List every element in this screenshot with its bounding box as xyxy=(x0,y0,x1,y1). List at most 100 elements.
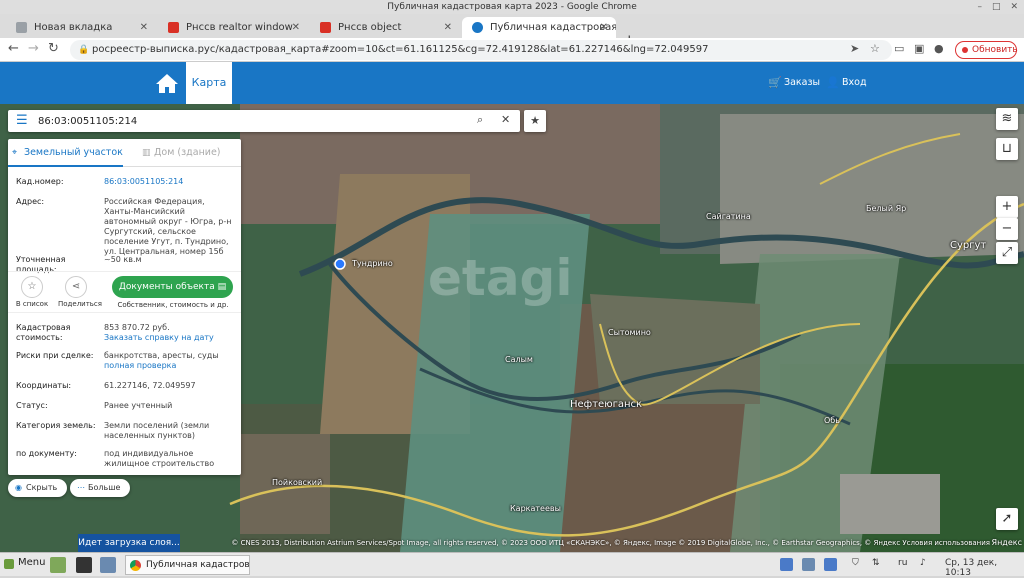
network-icon[interactable]: ⇅ xyxy=(872,558,880,568)
window-controls: – □ ✕ xyxy=(977,0,1018,14)
fullscreen-icon: ⤢ xyxy=(1001,245,1013,260)
risks-label: Риски при сделке: xyxy=(16,351,94,360)
lock-icon: 🔒 xyxy=(78,45,90,55)
more-button[interactable]: ⋯ Больше xyxy=(70,479,131,497)
taskbar-task-label: Публичная кадастровая... xyxy=(146,560,250,570)
row-cad-number: Кад.номер: 86:03:0051105:214 xyxy=(16,177,236,189)
clear-icon[interactable]: ✕ xyxy=(501,113,510,126)
share-icon: ⋖ xyxy=(65,276,87,298)
tab-close-icon[interactable]: ✕ xyxy=(292,17,300,38)
layers-button[interactable]: ≋ xyxy=(996,108,1018,130)
nav-map-tab[interactable]: Карта xyxy=(186,62,232,104)
keyboard-layout[interactable]: ru xyxy=(898,558,907,568)
os-taskbar: Menu Публичная кадастровая... ⛉ ⇅ ru ♪ С… xyxy=(0,552,1024,578)
category-value: Земли поселений (земли населенных пункто… xyxy=(104,421,210,440)
minimize-icon[interactable]: – xyxy=(977,0,982,14)
row-category: Категория земель: Земли поселений (земли… xyxy=(16,421,236,443)
tab-close-icon[interactable]: ✕ xyxy=(140,17,148,38)
map-label-sitomino: Сытомино xyxy=(608,328,651,337)
extension-icon[interactable]: ▭ xyxy=(894,42,904,55)
close-icon[interactable]: ✕ xyxy=(1010,0,1018,14)
taskbar-chrome-window[interactable]: Публичная кадастровая... xyxy=(125,555,250,575)
yandex-logo: Яндекс xyxy=(991,538,1022,547)
back-icon[interactable]: ← xyxy=(8,41,19,56)
pin-icon: ⌖ xyxy=(12,148,18,158)
building-icon: ▥ xyxy=(142,148,151,158)
row-risks: Риски при сделке: банкротства, аресты, с… xyxy=(16,351,236,375)
sidepanel-icon[interactable]: ▣ xyxy=(914,42,924,55)
map-label-saygatina: Сайгатина xyxy=(706,212,751,221)
address-bar[interactable]: 🔒 росреестр-выписка.рус/кадастровая_карт… xyxy=(70,40,892,60)
volume-icon[interactable]: ♪ xyxy=(920,558,926,568)
cad-number-value[interactable]: 86:03:0051105:214 xyxy=(104,177,236,187)
forward-icon[interactable]: → xyxy=(28,41,39,56)
map-viewport[interactable]: etagi Тундрино Сайгатина Сургут Белый Яр… xyxy=(0,104,1024,552)
tab-close-icon[interactable]: ✕ xyxy=(600,17,608,38)
map-label-karkateevy: Каркатеевы xyxy=(510,504,561,513)
object-info-panel: ⌖ Земельный участок ▥ Дом (здание) Кад.н… xyxy=(8,139,241,475)
maximize-icon[interactable]: □ xyxy=(992,0,1001,14)
cost-date-link[interactable]: Заказать справку на дату xyxy=(104,333,214,342)
tab-building[interactable]: ▥ Дом (здание) xyxy=(138,139,221,167)
star-icon: ☆ xyxy=(21,276,43,298)
object-documents-button[interactable]: Документы объекта ▤ xyxy=(112,276,233,298)
map-label-salym: Салым xyxy=(505,355,533,364)
terminal-icon[interactable] xyxy=(76,557,92,573)
favorite-star-button[interactable]: ★ xyxy=(524,110,546,132)
risks-value-block: банкротства, аресты, суды полная проверк… xyxy=(104,351,236,371)
cart-icon: 🛒 xyxy=(768,76,782,89)
zoom-out-button[interactable]: − xyxy=(996,218,1018,240)
ruler-icon: ⊔ xyxy=(1001,141,1013,156)
status-value: Ранее учтенный xyxy=(104,401,173,410)
share-icon[interactable]: ➤ xyxy=(850,42,859,55)
orders-label: Заказы xyxy=(784,77,821,88)
tab-strip: Новая вкладка ✕ Рнссв realtor window ✕ Р… xyxy=(0,14,1024,49)
update-button[interactable]: Обновить xyxy=(955,41,1018,59)
search-icon[interactable]: ⌕ xyxy=(477,113,483,127)
tab-favicon-icon xyxy=(472,22,483,33)
document-icon: ▤ xyxy=(217,282,227,292)
map-label-nefteyugansk: Нефтеюганск xyxy=(570,399,643,410)
tab-label: Новая вкладка xyxy=(34,22,113,33)
ruler-button[interactable]: ⊔ xyxy=(996,138,1018,160)
share-button[interactable]: ⋖ Поделиться xyxy=(58,276,102,308)
reload-icon[interactable]: ↻ xyxy=(48,41,59,56)
geolocate-button[interactable]: ➚ xyxy=(996,508,1018,530)
hide-panel-button[interactable]: ◉ Скрыть xyxy=(8,479,68,497)
full-check-link[interactable]: полная проверка xyxy=(104,361,176,370)
tray-app-icon[interactable] xyxy=(802,558,815,571)
cost-value: 853 870.72 руб. xyxy=(104,323,170,332)
shield-icon[interactable]: ⛉ xyxy=(852,558,859,568)
browser-tab-object[interactable]: Рнссв object ✕ xyxy=(310,17,460,38)
profile-icon[interactable]: ● xyxy=(934,42,944,55)
tray-app-icon[interactable] xyxy=(780,558,793,571)
tray-app-icon[interactable] xyxy=(824,558,837,571)
add-to-list-button[interactable]: ☆ В список xyxy=(14,276,50,308)
row-cost: Кадастровая стоимость: 853 870.72 руб. З… xyxy=(16,323,236,347)
fullscreen-button[interactable]: ⤢ xyxy=(996,242,1018,264)
map-label-tundrino: Тундрино xyxy=(352,259,393,268)
file-manager-icon[interactable] xyxy=(50,557,66,573)
cadastral-search-input[interactable] xyxy=(38,112,468,130)
tab-close-icon[interactable]: ✕ xyxy=(444,17,452,38)
window-titlebar: Публичная кадастровая карта 2023 - Googl… xyxy=(0,0,1024,14)
browser-tab-cadastral[interactable]: Публичная кадастровая карт ✕ xyxy=(462,17,616,38)
start-menu-button[interactable]: Menu xyxy=(4,557,45,569)
update-label: Обновить xyxy=(972,45,1018,55)
login-link[interactable]: 👤 Вход xyxy=(826,62,867,104)
zoom-in-button[interactable]: + xyxy=(996,196,1018,218)
tab-land-plot[interactable]: ⌖ Земельный участок xyxy=(8,139,123,167)
tab-favicon-icon xyxy=(168,22,179,33)
tab-label: Рнссв realtor window xyxy=(186,22,293,33)
map-attribution[interactable]: © CNES 2013, Distribution Astrium Servic… xyxy=(231,539,990,547)
home-icon[interactable] xyxy=(155,72,179,94)
files-icon[interactable] xyxy=(100,557,116,573)
browser-tab-realtor[interactable]: Рнссв realtor window ✕ xyxy=(158,17,308,38)
menu-icon[interactable]: ☰ xyxy=(16,113,28,128)
address-label: Адрес: xyxy=(16,197,45,206)
hide-label: Скрыть xyxy=(26,483,58,492)
bookmark-star-icon[interactable]: ☆ xyxy=(870,42,880,55)
orders-link[interactable]: 🛒 Заказы xyxy=(768,62,820,104)
browser-tab-new[interactable]: Новая вкладка ✕ xyxy=(6,17,156,38)
clock[interactable]: Ср, 13 дек, 10:13 xyxy=(945,558,1024,578)
